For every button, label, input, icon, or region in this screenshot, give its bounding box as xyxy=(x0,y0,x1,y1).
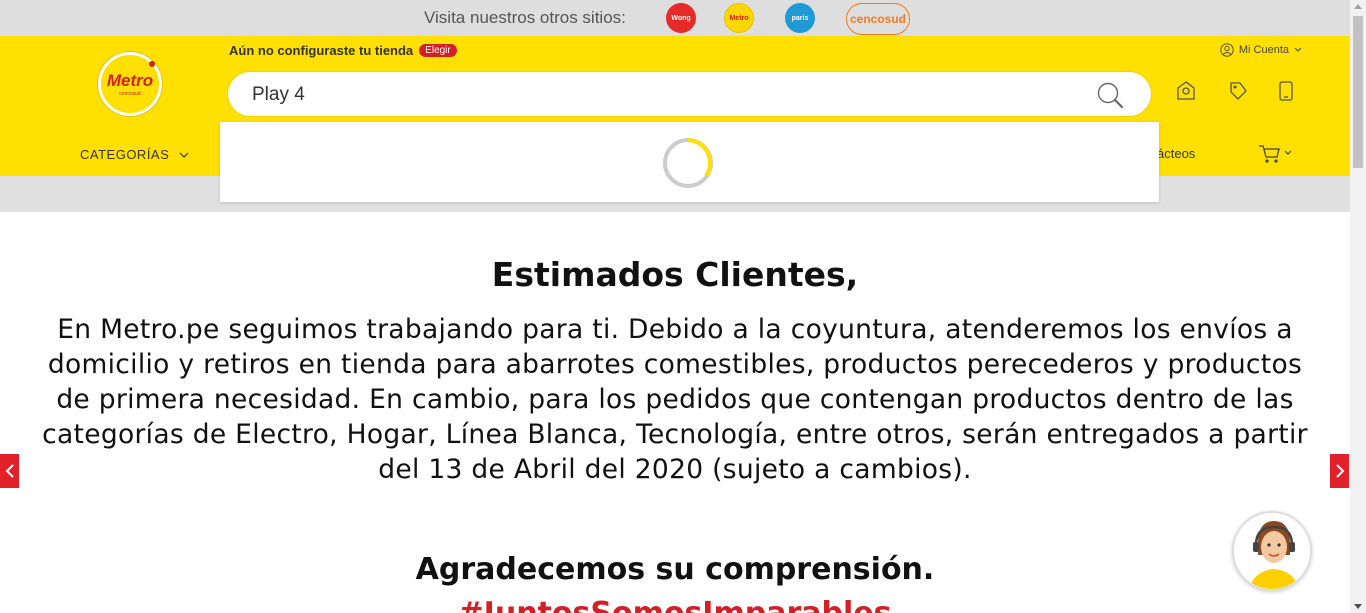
slider-prev-button[interactable] xyxy=(0,454,19,488)
categories-label: CATEGORÍAS xyxy=(80,147,170,162)
announcement: Estimados Clientes, En Metro.pe seguimos… xyxy=(0,212,1350,613)
search-suggestions-dropdown xyxy=(220,122,1159,202)
slider-next-button[interactable] xyxy=(1330,454,1349,488)
search-input[interactable] xyxy=(252,81,1092,109)
logo-text: Metro xyxy=(106,71,154,90)
announcement-thanks: Agradecemos su comprensión. xyxy=(415,552,935,587)
loading-spinner-icon xyxy=(663,138,713,188)
search-icon[interactable] xyxy=(1095,81,1125,111)
site-link-cencosud[interactable]: cencosud xyxy=(846,3,910,35)
store-locator-icon[interactable] xyxy=(1174,79,1198,103)
choose-store-button[interactable]: Elegir xyxy=(419,44,457,57)
user-icon xyxy=(1220,43,1234,57)
site-link-wong[interactable]: Wong xyxy=(666,3,696,33)
metro-logo[interactable]: Metro cencosud xyxy=(98,52,162,116)
logo-subtext: cencosud xyxy=(119,91,141,97)
chat-assistant-button[interactable] xyxy=(1232,511,1312,591)
nav-item-lacteos[interactable]: ácteos xyxy=(1157,146,1195,161)
other-sites-bar: Visita nuestros otros sitios: Wong Metro… xyxy=(0,0,1350,36)
chevron-down-icon xyxy=(179,152,189,158)
cart-button[interactable] xyxy=(1258,143,1294,165)
mobile-app-icon[interactable] xyxy=(1274,79,1298,103)
page-scrollbar[interactable] xyxy=(1350,0,1366,613)
logo-dot xyxy=(149,61,155,67)
account-menu[interactable]: Mi Cuenta xyxy=(1220,43,1302,57)
chevron-down-icon xyxy=(1294,47,1302,52)
chevron-left-icon xyxy=(5,464,14,478)
account-label: Mi Cuenta xyxy=(1238,44,1289,56)
store-note-text: Aún no configuraste tu tienda xyxy=(229,43,414,58)
site-link-metro[interactable]: Metro xyxy=(724,3,754,33)
scroll-down-arrow-icon[interactable] xyxy=(1354,604,1362,609)
cart-icon xyxy=(1259,145,1292,163)
announcement-body: En Metro.pe seguimos trabajando para ti.… xyxy=(42,314,1308,485)
scroll-thumb[interactable] xyxy=(1353,16,1363,168)
search-bar xyxy=(227,71,1152,117)
offers-icon[interactable] xyxy=(1226,79,1250,103)
chevron-right-icon xyxy=(1335,464,1344,478)
site-link-paris[interactable]: paris xyxy=(785,3,815,33)
store-config-note: Aún no configuraste tu tienda Elegir xyxy=(229,43,457,58)
categories-menu[interactable]: CATEGORÍAS xyxy=(80,147,189,162)
scroll-up-arrow-icon[interactable] xyxy=(1354,4,1362,9)
other-sites-label: Visita nuestros otros sitios: xyxy=(424,8,626,27)
announcement-hashtag: #JuntosSomosImparables xyxy=(0,596,1350,613)
announcement-title: Estimados Clientes, xyxy=(491,255,859,294)
